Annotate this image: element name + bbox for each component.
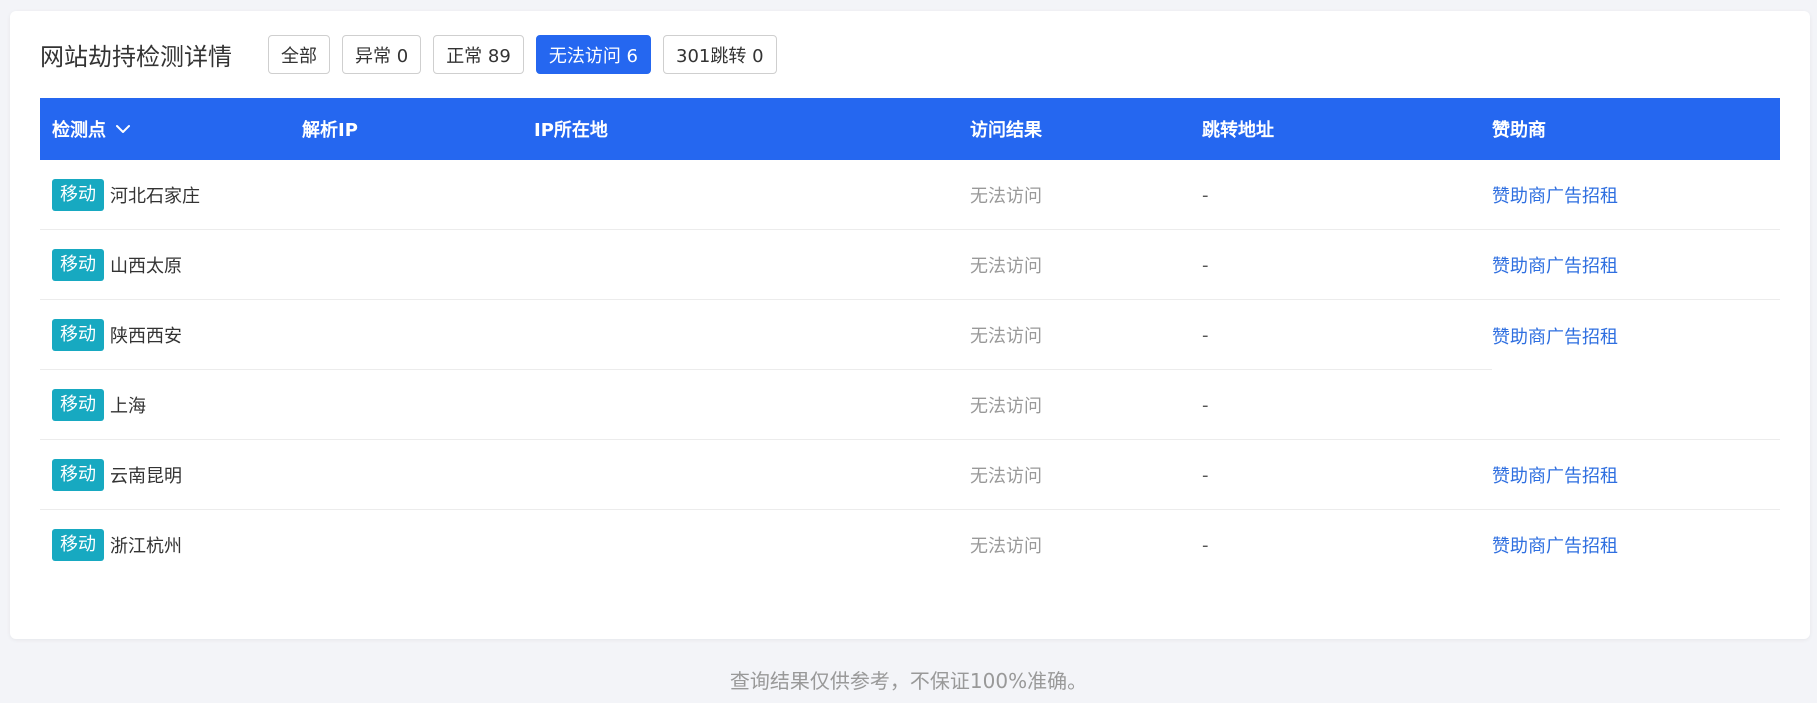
table-row: 移动 陕西西安 无法访问 - 赞助商广告招租 — [40, 300, 1780, 370]
access-result-cell: 无法访问 — [970, 256, 1042, 277]
table-header: 检测点 解析IP IP所在地 访问结果 跳转地址 赞助商 — [40, 98, 1780, 160]
filter-abnormal-button[interactable]: 异常 0 — [342, 35, 422, 74]
isp-tag: 移动 — [52, 389, 104, 421]
isp-tag: 移动 — [52, 459, 104, 491]
table-row: 移动 云南昆明 无法访问 - 赞助商广告招租 — [40, 440, 1780, 510]
column-header-checkpoint[interactable]: 检测点 — [40, 116, 302, 142]
checkpoint-cell: 移动 河北石家庄 — [40, 179, 302, 211]
column-header-access-result: 访问结果 — [970, 120, 1042, 141]
redirect-cell: - — [1202, 534, 1209, 556]
redirect-cell: - — [1202, 394, 1209, 416]
filter-redirect-301-button[interactable]: 301跳转 0 — [663, 35, 777, 74]
access-result-cell: 无法访问 — [970, 536, 1042, 557]
page-title: 网站劫持检测详情 — [40, 43, 232, 71]
column-header-resolved-ip: 解析IP — [302, 120, 358, 141]
checkpoint-location: 山西太原 — [110, 256, 182, 277]
column-header-ip-location: IP所在地 — [534, 120, 608, 141]
access-result-cell: 无法访问 — [970, 466, 1042, 487]
checkpoint-location: 陕西西安 — [110, 326, 182, 347]
sponsor-link[interactable]: 赞助商广告招租 — [1492, 532, 1780, 558]
column-header-label: 检测点 — [52, 120, 106, 141]
sponsor-link[interactable]: 赞助商广告招租 — [1492, 300, 1780, 349]
filter-all-button[interactable]: 全部 — [268, 35, 330, 74]
column-header-sponsor: 赞助商 — [1492, 120, 1546, 141]
table-row: 移动 浙江杭州 无法访问 - 赞助商广告招租 — [40, 510, 1780, 580]
isp-tag: 移动 — [52, 319, 104, 351]
sponsor-link[interactable]: 赞助商广告招租 — [1492, 252, 1780, 278]
table-row: 移动 上海 无法访问 - — [40, 370, 1780, 440]
access-result-cell: 无法访问 — [970, 396, 1042, 417]
isp-tag: 移动 — [52, 249, 104, 281]
redirect-cell: - — [1202, 324, 1209, 346]
access-result-cell: 无法访问 — [970, 186, 1042, 207]
redirect-cell: - — [1202, 254, 1209, 276]
table-row: 移动 山西太原 无法访问 - 赞助商广告招租 — [40, 230, 1780, 300]
results-card: 网站劫持检测详情 全部 异常 0 正常 89 无法访问 6 301跳转 0 检测… — [10, 11, 1810, 639]
checkpoint-cell: 移动 陕西西安 — [40, 319, 302, 351]
checkpoint-location: 云南昆明 — [110, 466, 182, 487]
table-row: 移动 河北石家庄 无法访问 - 赞助商广告招租 — [40, 160, 1780, 230]
results-table: 检测点 解析IP IP所在地 访问结果 跳转地址 赞助商 移动 河北石家庄 无法… — [40, 98, 1780, 580]
column-header-redirect: 跳转地址 — [1202, 120, 1274, 141]
checkpoint-cell: 移动 上海 — [40, 389, 302, 421]
isp-tag: 移动 — [52, 529, 104, 561]
filter-normal-button[interactable]: 正常 89 — [433, 35, 524, 74]
redirect-cell: - — [1202, 184, 1209, 206]
isp-tag: 移动 — [52, 179, 104, 211]
filter-unreachable-button[interactable]: 无法访问 6 — [535, 35, 652, 74]
checkpoint-cell: 移动 山西太原 — [40, 249, 302, 281]
disclaimer-note: 查询结果仅供参考，不保证100%准确。 — [729, 669, 1088, 693]
checkpoint-location: 浙江杭州 — [110, 536, 182, 557]
access-result-cell: 无法访问 — [970, 326, 1042, 347]
sponsor-link[interactable]: 赞助商广告招租 — [1492, 182, 1780, 208]
sponsor-link[interactable]: 赞助商广告招租 — [1492, 462, 1780, 488]
checkpoint-location: 上海 — [110, 396, 146, 417]
checkpoint-cell: 移动 云南昆明 — [40, 459, 302, 491]
chevron-down-icon — [116, 125, 130, 133]
checkpoint-location: 河北石家庄 — [110, 186, 200, 207]
card-header: 网站劫持检测详情 全部 异常 0 正常 89 无法访问 6 301跳转 0 — [40, 35, 789, 74]
checkpoint-cell: 移动 浙江杭州 — [40, 529, 302, 561]
redirect-cell: - — [1202, 464, 1209, 486]
